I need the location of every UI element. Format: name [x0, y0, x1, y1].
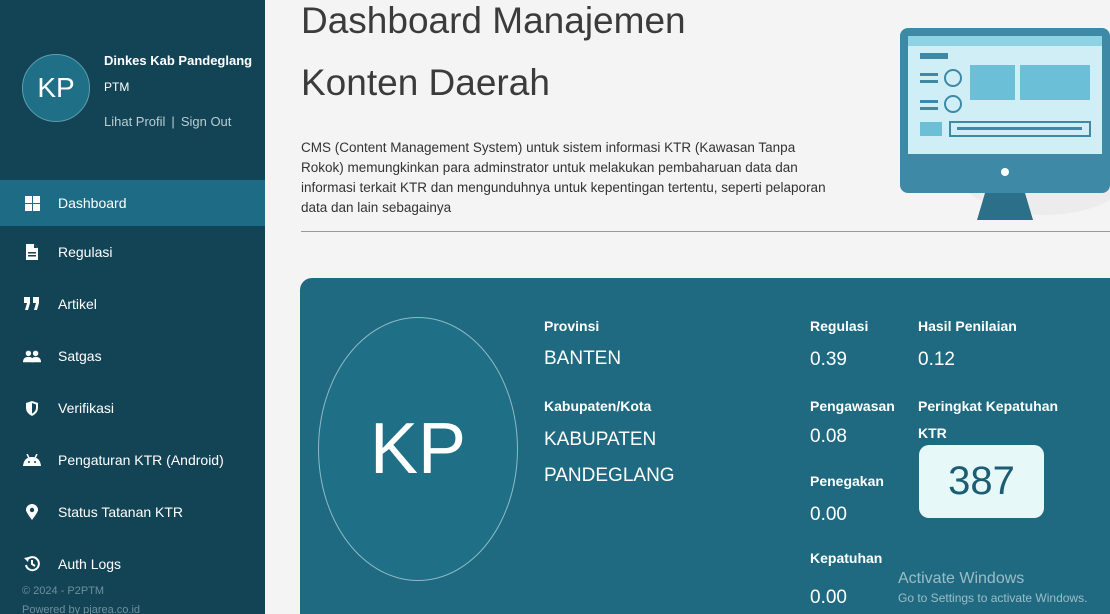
sidebar-item-label: Artikel	[58, 296, 97, 312]
sidebar-item-label: Regulasi	[58, 244, 113, 260]
sidebar-item-pengaturan-ktr[interactable]: Pengaturan KTR (Android)	[0, 434, 265, 486]
kabupaten-value-line2: PANDEGLANG	[544, 465, 675, 486]
monitor-illustration	[805, 10, 1110, 225]
profile-name: Dinkes Kab Pandeglang	[104, 53, 253, 68]
sidebar-item-dashboard[interactable]: Dashboard	[0, 180, 265, 226]
peringkat-label-line2: KTR	[918, 425, 947, 441]
sidebar-item-regulasi[interactable]: Regulasi	[0, 226, 265, 278]
sidebar: KP Dinkes Kab Pandeglang PTM Lihat Profi…	[0, 0, 265, 614]
main-content: Dashboard Manajemen Konten Daerah CMS (C…	[265, 0, 1110, 614]
page-title-line1: Dashboard Manajemen	[301, 0, 686, 41]
sidebar-item-satgas[interactable]: Satgas	[0, 330, 265, 382]
regulasi-value: 0.39	[810, 349, 847, 370]
kabupaten-value-line1: KABUPATEN	[544, 429, 657, 450]
sidebar-footer: © 2024 - P2PTM Powered by pjarea.co.id	[22, 582, 140, 614]
profile-links: Lihat Profil | Sign Out	[104, 114, 231, 129]
pengawasan-value: 0.08	[810, 426, 847, 447]
view-profile-link[interactable]: Lihat Profil	[104, 114, 165, 129]
sidebar-item-label: Status Tatanan KTR	[58, 504, 184, 520]
windows-activation-watermark: Activate Windows Go to Settings to activ…	[898, 570, 1087, 605]
kabupaten-label: Kabupaten/Kota	[544, 398, 652, 414]
peringkat-value: 387	[948, 459, 1015, 503]
sidebar-item-verifikasi[interactable]: Verifikasi	[0, 382, 265, 434]
sidebar-item-label: Verifikasi	[58, 400, 115, 416]
history-icon	[23, 555, 41, 573]
header-divider	[301, 231, 1110, 232]
hasil-penilaian-label: Hasil Penilaian	[918, 318, 1017, 334]
region-avatar: KP	[318, 317, 518, 581]
map-marker-icon	[23, 503, 41, 521]
copyright-text: © 2024 - P2PTM	[22, 585, 105, 597]
document-icon	[23, 243, 41, 261]
page-title: Dashboard Manajemen Konten Daerah	[301, 0, 686, 114]
provinsi-value: BANTEN	[544, 348, 622, 369]
penegakan-label: Penegakan	[810, 473, 884, 489]
page-title-line2: Konten Daerah	[301, 62, 550, 103]
hasil-penilaian-value: 0.12	[918, 349, 955, 370]
powered-by-text: Powered by pjarea.co.id	[22, 604, 141, 614]
pengawasan-label: Pengawasan	[810, 398, 895, 414]
sidebar-nav: Dashboard Regulasi Artikel Satgas Verifi…	[0, 180, 265, 590]
page-description: CMS (Content Management System) untuk si…	[301, 140, 826, 215]
dashboard-grid-icon	[23, 194, 41, 212]
sign-out-link[interactable]: Sign Out	[181, 114, 232, 129]
kepatuhan-label: Kepatuhan	[810, 550, 883, 566]
sidebar-item-label: Pengaturan KTR (Android)	[58, 452, 224, 468]
watermark-title: Activate Windows	[898, 570, 1025, 587]
provinsi-label: Provinsi	[544, 318, 600, 334]
profile-section: KP Dinkes Kab Pandeglang PTM Lihat Profi…	[0, 0, 265, 175]
sidebar-item-label: Satgas	[58, 348, 102, 364]
kepatuhan-value: 0.00	[810, 587, 847, 608]
sidebar-item-label: Dashboard	[58, 195, 127, 211]
watermark-subtitle: Go to Settings to activate Windows.	[898, 591, 1088, 605]
shield-icon	[23, 399, 41, 417]
regulasi-label: Regulasi	[810, 318, 869, 334]
profile-role: PTM	[104, 80, 130, 94]
region-summary-card: KP Provinsi BANTEN Kabupaten/Kota KABUPA…	[300, 278, 1110, 614]
peringkat-label-line1: Peringkat Kepatuhan	[918, 398, 1059, 414]
users-icon	[23, 347, 41, 365]
avatar: KP	[22, 54, 90, 122]
android-icon	[23, 451, 41, 469]
sidebar-item-status-tatanan-ktr[interactable]: Status Tatanan KTR	[0, 486, 265, 538]
quote-icon	[23, 295, 41, 313]
sidebar-item-artikel[interactable]: Artikel	[0, 278, 265, 330]
penegakan-value: 0.00	[810, 504, 847, 525]
profile-link-separator: |	[171, 114, 175, 129]
peringkat-value-box: 387	[919, 445, 1044, 518]
sidebar-item-label: Auth Logs	[58, 556, 122, 572]
